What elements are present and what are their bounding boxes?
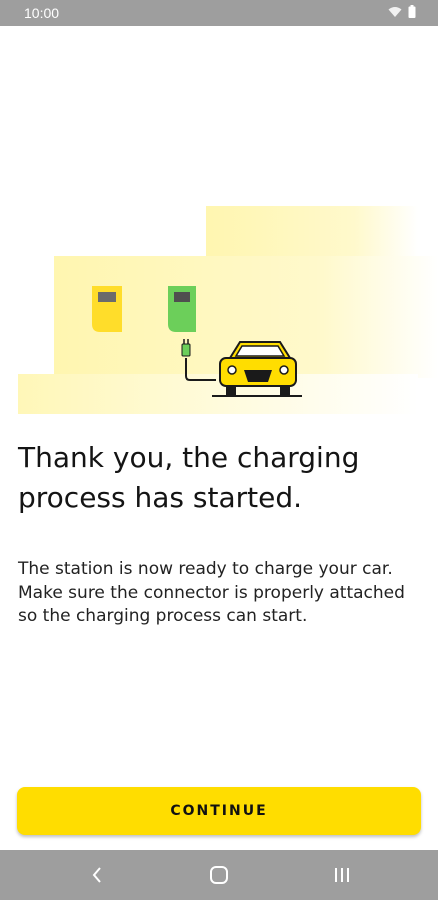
status-icons [388,5,416,21]
home-icon[interactable] [207,863,231,887]
status-bar: 10:00 [0,0,438,26]
wifi-icon [388,5,402,21]
charging-station-yellow [92,286,122,332]
background-building-upper [206,206,418,256]
battery-icon [408,5,416,21]
charging-station-green [168,286,196,332]
page-description: The station is now ready to charge your … [18,559,405,626]
continue-button[interactable]: CONTINUE [17,787,421,835]
ground [18,374,418,414]
charging-illustration [18,206,438,414]
navigation-bar [0,850,438,900]
recents-icon[interactable] [330,863,354,887]
page-title: Thank you, the charging process has star… [18,441,360,514]
status-time: 10:00 [24,5,60,21]
back-icon[interactable] [85,863,109,887]
